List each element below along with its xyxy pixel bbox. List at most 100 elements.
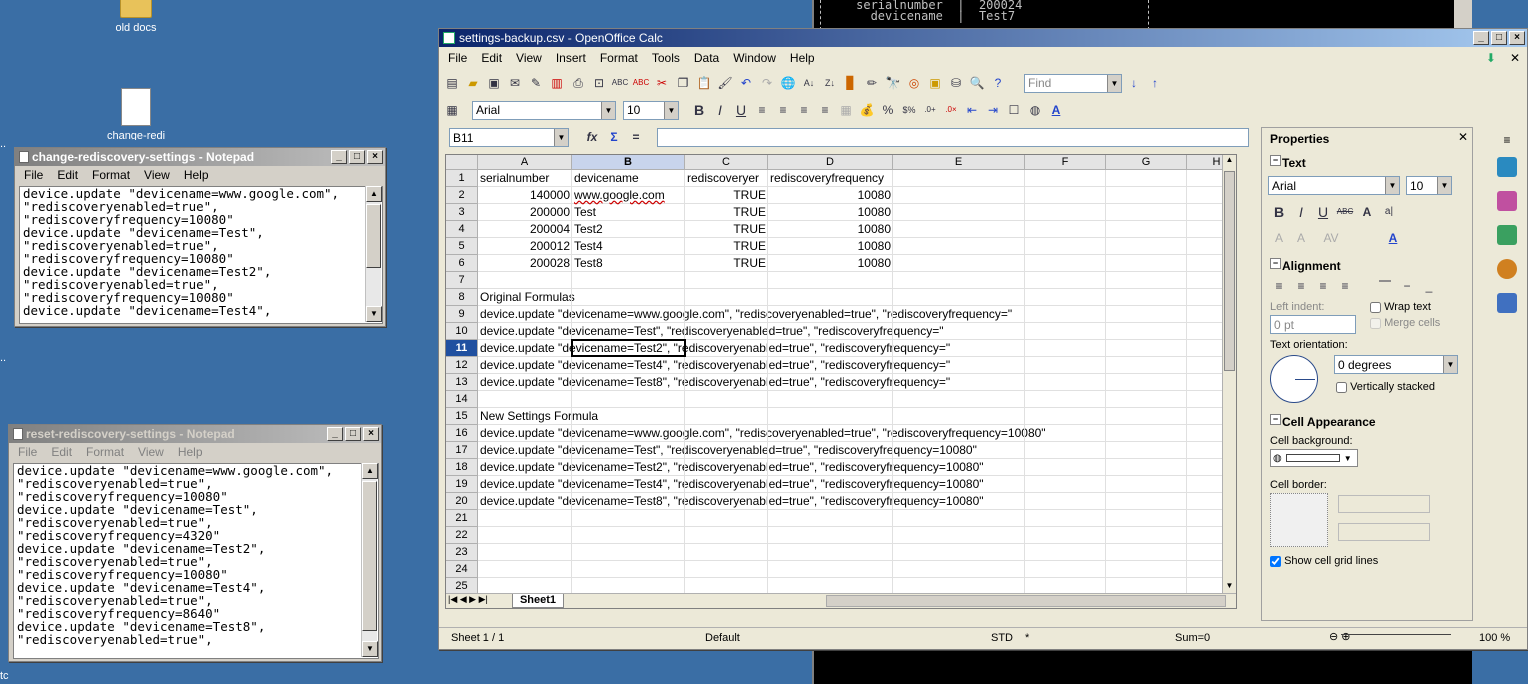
desktop-icon-old-docs[interactable]: old docs [86, 0, 186, 34]
row-header[interactable]: 21 [446, 510, 478, 527]
format-paintbrush-icon[interactable]: 🖌 [716, 74, 734, 92]
open-icon[interactable]: ▰ [464, 74, 482, 92]
text-section-header[interactable]: Text [1268, 154, 1472, 172]
cell-text[interactable] [478, 272, 482, 289]
first-sheet-arrow-icon[interactable]: |◀ ◀ ▶ ▶| [448, 594, 488, 605]
cell-a[interactable]: 200028 [478, 255, 572, 272]
close-document-icon[interactable]: ✕ [1503, 51, 1527, 65]
row-header[interactable]: 8 [446, 289, 478, 306]
outline-icon[interactable]: a| [1380, 203, 1398, 221]
close-icon[interactable]: ✕ [1458, 130, 1468, 144]
cell-b[interactable]: Test [572, 204, 685, 221]
zoom-level[interactable]: 100 % [1479, 632, 1510, 644]
justify-icon[interactable]: ≡ [1336, 277, 1354, 295]
align-middle-icon[interactable]: − [1398, 277, 1416, 295]
standard-format-icon[interactable]: $% [900, 101, 918, 119]
justify-icon[interactable]: ≡ [816, 101, 834, 119]
chevron-down-icon[interactable]: ▼ [1107, 74, 1121, 92]
help-icon[interactable]: ? [989, 74, 1007, 92]
properties-tab-icon[interactable] [1497, 157, 1517, 177]
row-header[interactable]: 15 [446, 408, 478, 425]
row-header[interactable]: 5 [446, 238, 478, 255]
cell-appearance-section-header[interactable]: Cell Appearance [1268, 413, 1472, 431]
menu-data[interactable]: Data [687, 51, 726, 65]
menu-format[interactable]: Format [85, 168, 137, 182]
menu-edit[interactable]: Edit [44, 445, 79, 459]
download-icon[interactable]: ⬇ [1479, 51, 1503, 65]
cell-text[interactable]: device.update "devicename=Test", "redisc… [478, 442, 979, 459]
sum-icon[interactable]: Σ [605, 128, 623, 146]
menu-tools[interactable]: Tools [645, 51, 687, 65]
cell-a[interactable]: serialnumber [478, 170, 572, 187]
maximize-button[interactable]: □ [345, 427, 361, 441]
hyperlink-icon[interactable]: 🌐 [779, 74, 797, 92]
spreadsheet-grid[interactable]: A B C D E F G H 1 serialnumber devicename r… [445, 154, 1237, 609]
name-box[interactable]: B11 ▼ [449, 128, 569, 147]
align-left-icon[interactable]: ≡ [1270, 277, 1288, 295]
styles-tab-icon[interactable] [1497, 191, 1517, 211]
cell-border-picker[interactable] [1270, 493, 1328, 547]
underline-icon[interactable]: U [1314, 203, 1332, 221]
cell-b[interactable]: devicename [572, 170, 685, 187]
menu-view[interactable]: View [131, 445, 171, 459]
column-header-d[interactable]: D [768, 155, 893, 170]
sort-descending-icon[interactable]: Z↓ [821, 74, 839, 92]
orientation-dial[interactable] [1270, 355, 1318, 403]
menu-format[interactable]: Format [79, 445, 131, 459]
border-line-style[interactable] [1338, 495, 1430, 513]
font-name-box[interactable]: Arial ▼ [472, 100, 616, 120]
align-top-icon[interactable]: ⎺ [1376, 277, 1394, 295]
page-style[interactable]: Default [705, 632, 740, 644]
cell-a[interactable]: 140000 [478, 187, 572, 204]
row-header[interactable]: 22 [446, 527, 478, 544]
font-size-box[interactable]: 10 ▼ [623, 100, 679, 120]
copy-icon[interactable]: ❐ [674, 74, 692, 92]
show-grid-checkbox[interactable]: Show cell grid lines [1270, 555, 1378, 567]
column-header-a[interactable]: A [478, 155, 572, 170]
cell-text[interactable]: device.update "devicename=www.google.com… [478, 306, 1014, 323]
menu-insert[interactable]: Insert [549, 51, 593, 65]
notepad-reset-window[interactable]: reset-rediscovery-settings - Notepad _ □… [8, 424, 382, 662]
spellcheck-icon[interactable]: ABC [611, 74, 629, 92]
align-bottom-icon[interactable]: _ [1420, 277, 1438, 295]
menu-format[interactable]: Format [593, 51, 645, 65]
gallery-icon[interactable]: ▣ [926, 74, 944, 92]
column-header-b[interactable]: B [572, 155, 685, 170]
sidebar-font-size[interactable]: 10 ▼ [1406, 176, 1452, 195]
chevron-down-icon[interactable]: ▼ [601, 101, 615, 119]
cell-d[interactable]: 10080 [768, 238, 893, 255]
menu-help[interactable]: Help [177, 168, 216, 182]
cell-text[interactable]: Original Formulas [478, 289, 577, 306]
maximize-button[interactable]: □ [349, 150, 365, 164]
find-previous-icon[interactable]: ↑ [1146, 74, 1164, 92]
menu-file[interactable]: File [11, 445, 44, 459]
close-button[interactable]: × [363, 427, 379, 441]
cell-b[interactable]: www.google.com [572, 187, 685, 204]
row-header[interactable]: 16 [446, 425, 478, 442]
cell-d[interactable]: 10080 [768, 204, 893, 221]
sheet-tab[interactable]: Sheet1 [512, 594, 564, 608]
selected-cell-outline[interactable] [571, 339, 686, 357]
add-decimal-icon[interactable]: .0+ [921, 101, 939, 119]
styles-icon[interactable]: ▦ [443, 101, 461, 119]
cell-c[interactable]: TRUE [685, 238, 768, 255]
calc-titlebar[interactable]: settings-backup.csv - OpenOffice Calc _ … [439, 29, 1527, 47]
row-header[interactable]: 17 [446, 442, 478, 459]
gallery-tab-icon[interactable] [1497, 225, 1517, 245]
corner-header[interactable] [446, 155, 478, 170]
formula-input[interactable] [657, 128, 1249, 147]
undo-icon[interactable]: ↶ [737, 74, 755, 92]
cell-a[interactable]: 200004 [478, 221, 572, 238]
new-document-icon[interactable]: ▤ [443, 74, 461, 92]
cell-text[interactable]: device.update "devicename=Test2", "redis… [478, 340, 952, 357]
cell-c[interactable]: TRUE [685, 221, 768, 238]
cell-d[interactable]: 10080 [768, 221, 893, 238]
grid-vertical-scrollbar[interactable]: ▲ ▼ [1222, 155, 1236, 595]
vertically-stacked-checkbox[interactable]: Vertically stacked [1336, 381, 1435, 393]
cell-a[interactable]: 200000 [478, 204, 572, 221]
zoom-slider[interactable]: ⊖ ⊕ [1329, 630, 1452, 643]
notepad-titlebar[interactable]: change-rediscovery-settings - Notepad _ … [15, 148, 385, 166]
row-header[interactable]: 13 [446, 374, 478, 391]
cell-c[interactable]: TRUE [685, 187, 768, 204]
vertical-scrollbar[interactable]: ▲ ▼ [365, 186, 382, 322]
